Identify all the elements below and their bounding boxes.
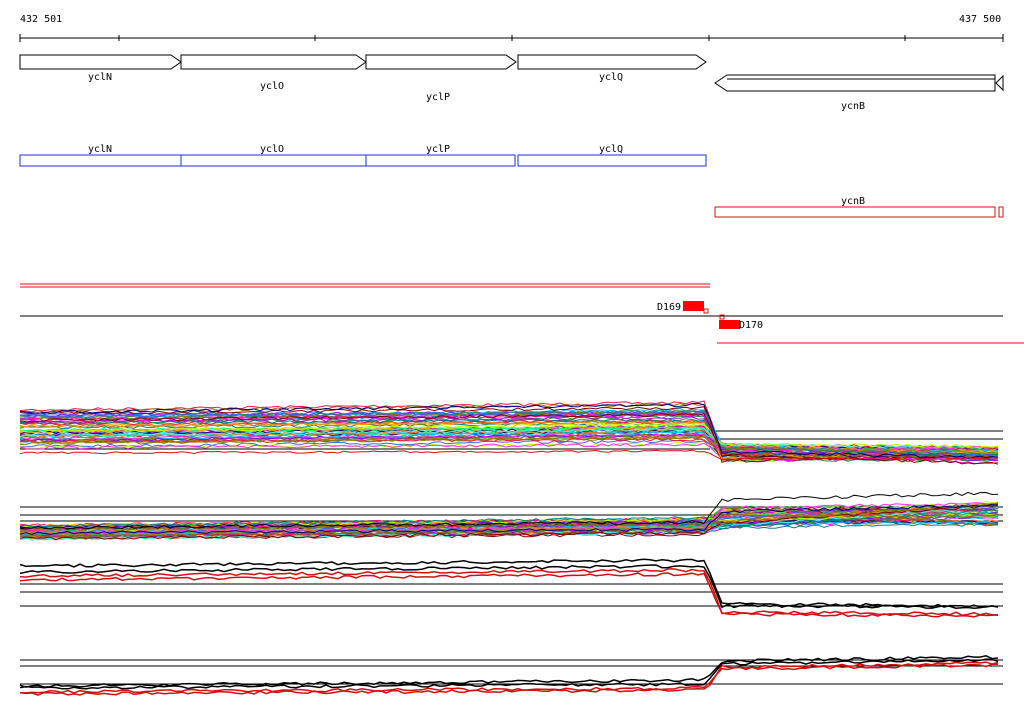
expression-panel-1 [19,400,1003,465]
scale-start-label: 432 501 [20,14,62,25]
cds-forward-track: yclN yclO yclP yclQ [19,144,707,167]
probe-mark [703,308,709,314]
cds-label-yclO: yclO [260,144,284,155]
gene-label-ycnB: ycnB [841,101,865,112]
cds-box-yclQ[interactable] [517,154,707,167]
gene-arrow-yclO[interactable] [180,54,367,70]
expression-profile-line [19,400,999,452]
gene-label-yclO: yclO [260,81,284,92]
scale-ruler: 432 501 437 500 [19,14,1004,42]
expression-panel-2 [19,491,1003,541]
expression-panel-4 [19,655,1003,696]
cds-box-ycnB[interactable] [714,206,996,218]
cds-label-ycnB: ycnB [841,196,865,207]
expression-profile-line [19,572,999,618]
gene-track: yclN yclO yclP yclQ ycnB [19,54,1004,112]
cds-box-yclO[interactable] [180,154,367,167]
cds-box-yclN[interactable] [19,154,182,167]
probe-label-D169: D169 [657,302,681,313]
gene-arrow-ycnB[interactable] [714,74,996,92]
cds-label-yclP: yclP [426,144,450,155]
gene-arrow-ycnB-end [995,74,1004,92]
gene-label-yclN: yclN [88,72,112,83]
gene-label-yclP: yclP [426,92,450,103]
probe-block-D170[interactable] [719,320,740,329]
cds-box-yclP[interactable] [365,154,516,167]
cds-label-yclQ: yclQ [599,144,623,155]
probe-label-D170: D170 [739,320,763,331]
genome-browser-view: 432 501 437 500 yclN yclO yclP yclQ ycnB… [19,14,1024,696]
cds-label-yclN: yclN [88,144,112,155]
probe-track: D169 D170 [20,283,1024,344]
expression-profile-line [19,661,999,694]
gene-arrow-yclN[interactable] [19,54,182,70]
gene-label-yclQ: yclQ [599,72,623,83]
probe-block-D169[interactable] [683,301,704,311]
gene-arrow-yclQ[interactable] [517,54,707,70]
cds-reverse-track: ycnB [714,196,1004,218]
expression-profile-line [19,558,999,608]
gene-arrow-yclP[interactable] [365,54,517,70]
cds-box-ycnB-end[interactable] [998,206,1004,218]
expression-panel-3 [19,558,1003,618]
scale-end-label: 437 500 [959,14,1001,25]
